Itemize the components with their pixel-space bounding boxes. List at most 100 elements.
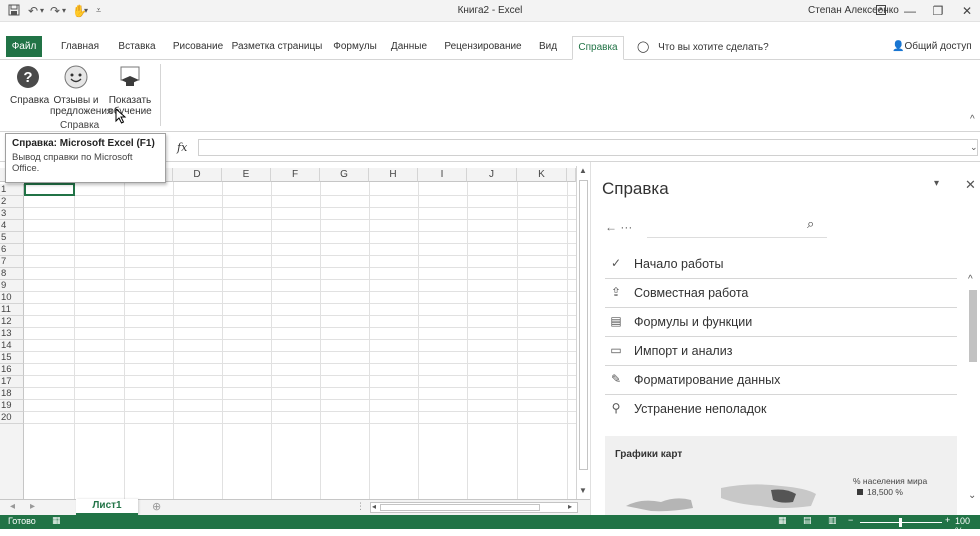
add-sheet-icon[interactable]: ⊕	[152, 500, 161, 513]
tell-me-box[interactable]: ◯ Что вы хотите сделать?	[637, 36, 777, 60]
macro-record-icon[interactable]: ▦	[52, 515, 61, 526]
help-topic-formulas[interactable]: ▤ Формулы и функции	[605, 308, 957, 337]
next-sheet-icon[interactable]: ▸	[30, 501, 35, 512]
row-header[interactable]: 13	[0, 328, 24, 340]
tab-home[interactable]: Главная	[55, 36, 105, 60]
row-header[interactable]: 4	[0, 220, 24, 232]
row-header[interactable]: 19	[0, 400, 24, 412]
pane-scrollbar[interactable]: ^ ⌄	[966, 274, 979, 514]
share-button[interactable]: 👤Общий доступ	[892, 36, 980, 60]
help-topic-collaboration[interactable]: ⇪ Совместная работа	[605, 279, 957, 308]
ribbon-display-options-icon[interactable]	[869, 2, 893, 20]
tab-page-layout[interactable]: Разметка страницы	[230, 36, 324, 60]
gridline	[24, 399, 576, 400]
worksheet-grid[interactable]: D E F G H I J K 1 2 3 4 5 6 7 8 9 10 11 …	[0, 162, 590, 499]
row-header[interactable]: 14	[0, 340, 24, 352]
pane-scroll-down-icon[interactable]: ⌄	[968, 490, 976, 501]
tab-review[interactable]: Рецензирование	[436, 36, 530, 60]
tab-file[interactable]: Файл	[6, 36, 42, 57]
help-button[interactable]: ? Справка	[10, 64, 49, 106]
active-cell[interactable]	[24, 183, 75, 196]
pane-scroll-up-icon[interactable]: ^	[968, 274, 973, 285]
horizontal-scrollbar[interactable]: ◂ ▸	[370, 502, 578, 513]
help-topic-troubleshooting[interactable]: ⚲ Устранение неполадок	[605, 395, 957, 424]
title-bar: ↶ ▾ ↷ ▾ ✋ ▾ ⩡ Книга2 - Excel Степан Алек…	[0, 0, 980, 22]
scroll-up-icon[interactable]: ▲	[579, 166, 587, 175]
help-topic-import[interactable]: ▭ Импорт и анализ	[605, 337, 957, 366]
normal-view-icon[interactable]: ▦	[778, 515, 787, 526]
tab-formulas[interactable]: Формулы	[327, 36, 383, 60]
collapse-ribbon-icon[interactable]: ^	[970, 114, 975, 125]
pane-scroll-thumb[interactable]	[969, 290, 977, 362]
pane-close-icon[interactable]: ✕	[965, 177, 976, 193]
show-training-button[interactable]: Показать обучение	[104, 64, 156, 117]
back-button[interactable]: ← ···	[605, 220, 632, 234]
column-header-l[interactable]	[567, 168, 576, 182]
scroll-right-icon[interactable]: ▸	[568, 502, 572, 511]
function-icon[interactable]: fx	[177, 141, 187, 154]
row-header[interactable]: 16	[0, 364, 24, 376]
help-topic-getting-started[interactable]: ✓ Начало работы	[605, 250, 957, 279]
zoom-in-icon[interactable]: +	[945, 515, 950, 525]
help-search-input[interactable]	[647, 214, 827, 238]
formula-input[interactable]	[198, 139, 978, 156]
row-header[interactable]: 3	[0, 208, 24, 220]
split-handle-icon[interactable]: ⋮	[356, 501, 365, 512]
row-header[interactable]: 10	[0, 292, 24, 304]
search-icon[interactable]: ⌕	[807, 216, 814, 232]
column-header[interactable]: F	[271, 168, 320, 182]
row-header[interactable]: 12	[0, 316, 24, 328]
page-layout-view-icon[interactable]: ▤	[803, 515, 812, 526]
restore-icon[interactable]: ❐	[926, 2, 950, 20]
row-header[interactable]: 7	[0, 256, 24, 268]
format-icon: ✎	[610, 372, 622, 386]
feedback-button[interactable]: Отзывы и предложения	[50, 64, 112, 117]
tab-draw[interactable]: Рисование	[168, 36, 228, 60]
column-header[interactable]: H	[369, 168, 418, 182]
prev-sheet-icon[interactable]: ◂	[10, 501, 15, 512]
scroll-down-icon[interactable]: ▼	[579, 486, 587, 495]
gridline	[567, 182, 568, 499]
minimize-icon[interactable]: —	[898, 2, 922, 20]
row-header[interactable]: 8	[0, 268, 24, 280]
tab-help[interactable]: Справка	[572, 36, 624, 60]
pane-options-icon[interactable]: ▾	[934, 178, 939, 189]
page-break-view-icon[interactable]: ▥	[828, 515, 837, 526]
row-header[interactable]: 15	[0, 352, 24, 364]
gridline	[418, 182, 419, 499]
row-header[interactable]: 20	[0, 412, 24, 424]
maps-charts-card[interactable]: Графики карт % населения мира 18,500 %	[605, 436, 957, 515]
row-header[interactable]: 2	[0, 196, 24, 208]
gridline	[24, 267, 576, 268]
column-header[interactable]: E	[222, 168, 271, 182]
sheet-tab[interactable]: Лист1	[76, 499, 138, 515]
help-topic-formatting[interactable]: ✎ Форматирование данных	[605, 366, 957, 395]
tooltip: Справка: Microsoft Excel (F1) Вывод спра…	[5, 133, 166, 183]
column-header[interactable]: J	[467, 168, 517, 182]
column-header[interactable]: K	[517, 168, 567, 182]
column-header[interactable]: G	[320, 168, 369, 182]
close-icon[interactable]: ✕	[955, 2, 979, 20]
h-scroll-thumb[interactable]	[380, 504, 540, 511]
zoom-level[interactable]: 100 %	[955, 516, 980, 536]
svg-text:?: ?	[23, 69, 32, 86]
tab-insert[interactable]: Вставка	[112, 36, 162, 60]
column-header[interactable]: I	[418, 168, 467, 182]
tab-data[interactable]: Данные	[385, 36, 433, 60]
row-header[interactable]: 9	[0, 280, 24, 292]
row-header[interactable]: 17	[0, 376, 24, 388]
row-header[interactable]: 18	[0, 388, 24, 400]
row-header[interactable]: 11	[0, 304, 24, 316]
row-header[interactable]: 1	[0, 184, 24, 196]
row-header[interactable]: 5	[0, 232, 24, 244]
share-label: Общий доступ	[904, 41, 972, 52]
zoom-slider-thumb[interactable]	[899, 518, 902, 527]
expand-formula-icon[interactable]: ⌄	[970, 142, 978, 153]
zoom-out-icon[interactable]: −	[848, 515, 853, 525]
grid-vertical-scrollbar[interactable]: ▲ ▼	[576, 166, 590, 499]
tab-view[interactable]: Вид	[533, 36, 563, 60]
column-header[interactable]: D	[173, 168, 222, 182]
row-header[interactable]: 6	[0, 244, 24, 256]
scroll-thumb[interactable]	[579, 180, 588, 470]
scroll-left-icon[interactable]: ◂	[372, 502, 376, 511]
